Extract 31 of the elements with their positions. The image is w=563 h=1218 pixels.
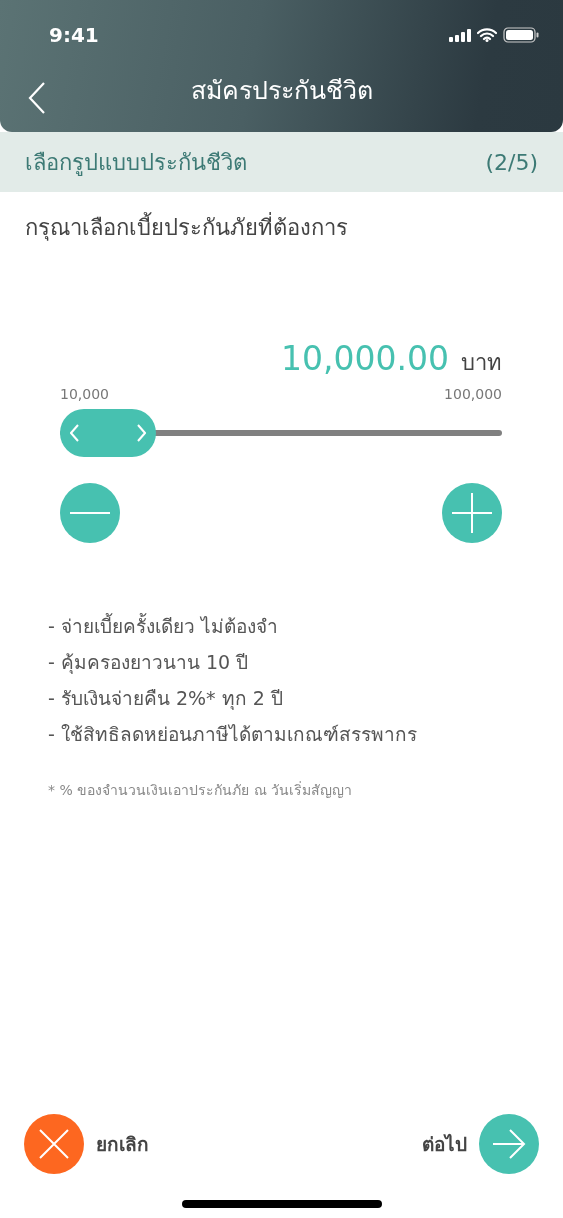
- chevrons-icon: [70, 423, 146, 443]
- benefit-item: - ใช้สิทธิลดหย่อนภาษีได้ตามเกณฑ์สรรพากร: [48, 722, 418, 747]
- next-label[interactable]: ต่อไป: [422, 1129, 467, 1159]
- step-title: เลือกรูปแบบประกันชีวิต: [25, 148, 247, 178]
- cancel-label[interactable]: ยกเลิก: [96, 1129, 149, 1159]
- currency-label: บาท: [461, 349, 502, 377]
- benefit-item: - จ่ายเบี้ยครั้งเดียว ไม่ต้องจำ: [48, 613, 279, 639]
- signal-icon: [449, 28, 471, 42]
- decrease-button[interactable]: [60, 483, 120, 543]
- footnote: * % ของจำนวนเงินเอาประกันภัย ณ วันเริ่มสัญญา: [47, 780, 354, 800]
- page-title: สมัครประกันชีวิต: [190, 75, 373, 107]
- cancel-button[interactable]: [24, 1114, 84, 1174]
- benefit-item: - คุ้มครองยาวนาน 10 ปี: [48, 650, 250, 676]
- min-label: 10,000: [60, 386, 109, 402]
- increase-button[interactable]: [442, 483, 502, 543]
- battery-icon: [503, 27, 539, 43]
- back-icon[interactable]: [28, 82, 46, 114]
- next-button[interactable]: [479, 1114, 539, 1174]
- benefit-item: - รับเงินจ่ายคืน 2%* ทุก 2 ปี: [48, 686, 284, 712]
- slider-track[interactable]: [60, 409, 502, 457]
- arrow-right-icon: [492, 1129, 526, 1159]
- prompt-text: กรุณาเลือกเบี้ยประกันภัยที่ต้องการ: [0, 192, 563, 245]
- minus-icon: [70, 511, 110, 515]
- plus-icon: [452, 493, 492, 533]
- max-label: 100,000: [444, 386, 502, 402]
- slider-thumb[interactable]: [60, 409, 156, 457]
- wifi-icon: [477, 28, 497, 42]
- status-time: 9:41: [49, 23, 99, 47]
- close-icon: [39, 1129, 69, 1159]
- amount-value: 10,000.00: [281, 339, 449, 378]
- step-counter: (2/5): [485, 149, 538, 175]
